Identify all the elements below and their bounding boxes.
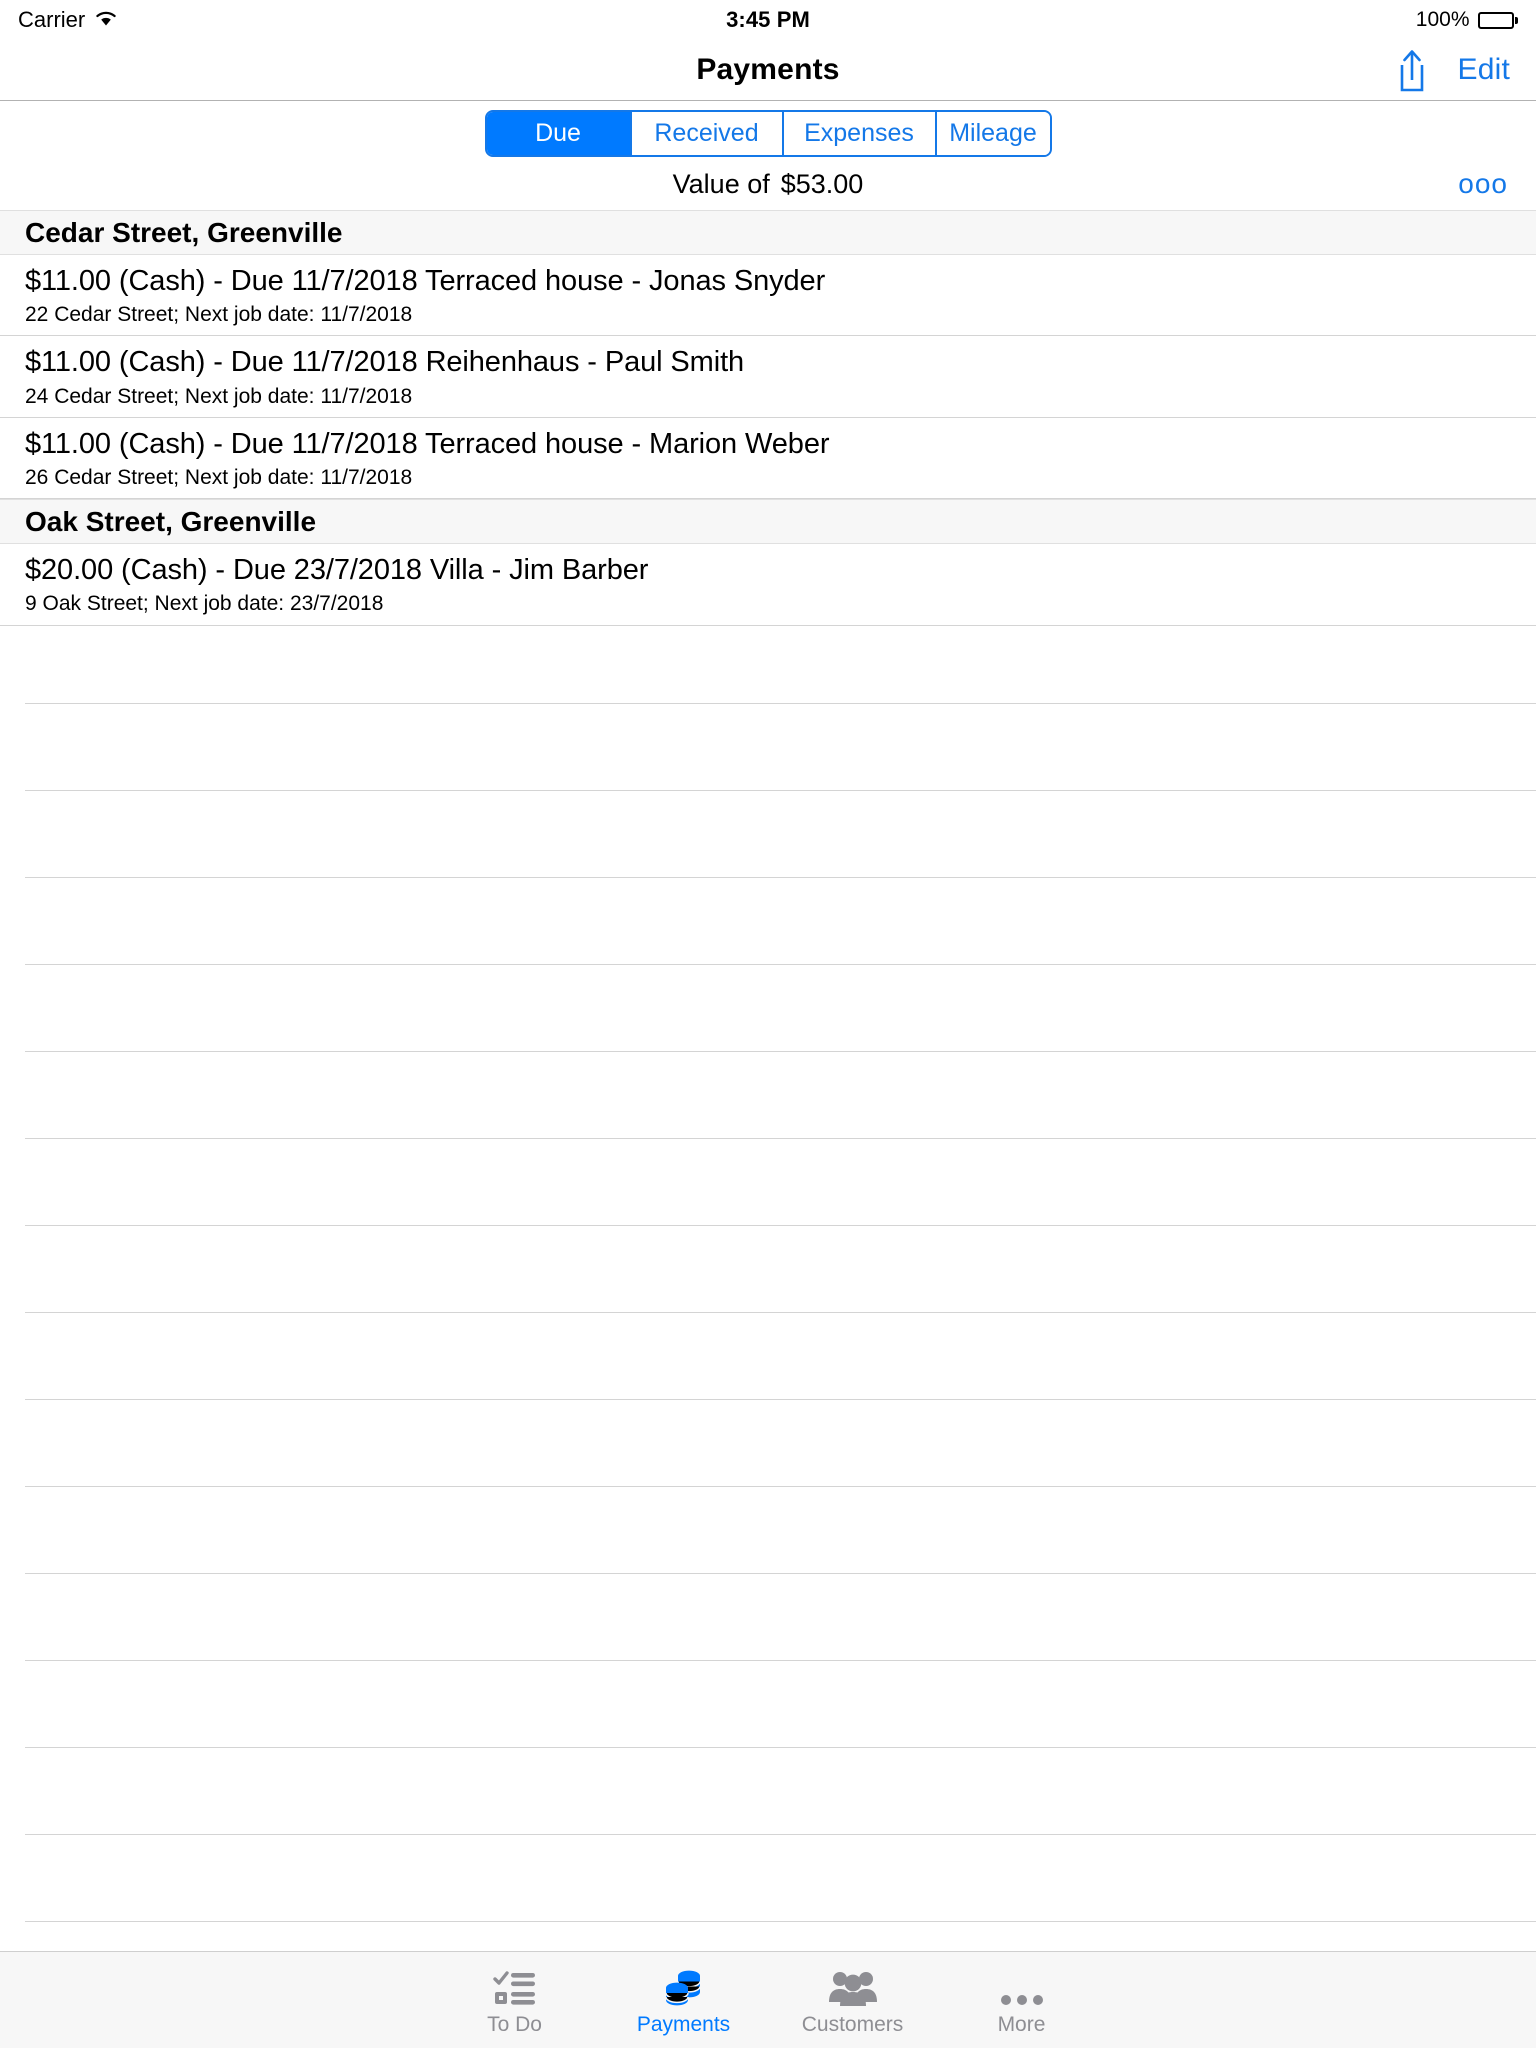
edit-button[interactable]: Edit [1458, 53, 1511, 87]
empty-table-row [25, 1226, 1536, 1313]
empty-table-row [25, 1661, 1536, 1748]
empty-table-row [25, 1139, 1536, 1226]
tab-more[interactable]: More [937, 1952, 1106, 2048]
row-title: $11.00 (Cash) - Due 11/7/2018 Terraced h… [25, 427, 830, 460]
checklist-icon [492, 1964, 537, 2008]
page-title: Payments [696, 53, 840, 86]
share-icon[interactable] [1392, 47, 1432, 93]
section-header: Oak Street, Greenville [0, 499, 1536, 545]
row-title: $11.00 (Cash) - Due 11/7/2018 Reihenhaus… [25, 346, 745, 379]
section-header: Cedar Street, Greenville [0, 210, 1536, 255]
status-bar-time: 3:45 PM [726, 7, 810, 32]
table-row[interactable]: $11.00 (Cash) - Due 11/7/2018 Reihenhaus… [0, 336, 1536, 418]
empty-table-row [25, 704, 1536, 791]
empty-table-row [25, 965, 1536, 1052]
value-amount: $53.00 [780, 168, 864, 199]
coins-icon [662, 1964, 706, 2008]
tab-label: More [997, 2012, 1046, 2036]
empty-table-row [25, 1052, 1536, 1139]
row-title: $20.00 (Cash) - Due 23/7/2018 Villa - Ji… [25, 554, 649, 587]
row-subtitle: 24 Cedar Street; Next job date: 11/7/201… [25, 384, 413, 408]
battery-full-icon [1477, 11, 1518, 29]
tab-payments[interactable]: Payments [599, 1952, 768, 2048]
table-row[interactable]: $20.00 (Cash) - Due 23/7/2018 Villa - Ji… [0, 544, 1536, 626]
tab-bar: To Do Payments Customers More [0, 1951, 1536, 2048]
segment-expenses[interactable]: Expenses [781, 112, 935, 155]
navigation-bar: Payments Edit [0, 40, 1536, 101]
empty-table-row [25, 1748, 1536, 1835]
more-options-button[interactable]: ooo [1458, 168, 1508, 200]
payments-list: Cedar Street, Greenville $11.00 (Cash) -… [0, 210, 1536, 1951]
battery-percent-label: 100% [1415, 8, 1470, 31]
empty-table-row [25, 878, 1536, 965]
people-icon [828, 1964, 877, 2008]
segmented-control[interactable]: Due Received Expenses Mileage [484, 110, 1052, 157]
empty-table-row [25, 1313, 1536, 1400]
tab-label: Customers [801, 2012, 904, 2036]
segment-mileage[interactable]: Mileage [934, 112, 1050, 155]
empty-rows-filler [0, 626, 1536, 1922]
tab-customers[interactable]: Customers [768, 1952, 937, 2048]
ellipsis-icon [998, 1964, 1046, 2008]
row-subtitle: 26 Cedar Street; Next job date: 11/7/201… [25, 466, 413, 490]
tab-label: To Do [487, 2012, 542, 2036]
value-summary: Value of $53.00 [673, 169, 864, 200]
tab-to-do[interactable]: To Do [430, 1952, 599, 2048]
segmented-control-container: Due Received Expenses Mileage [0, 101, 1536, 158]
empty-table-row [25, 1400, 1536, 1487]
row-subtitle: 22 Cedar Street; Next job date: 11/7/201… [25, 303, 413, 327]
row-title: $11.00 (Cash) - Due 11/7/2018 Terraced h… [25, 265, 826, 297]
tab-label: Payments [636, 2012, 731, 2036]
value-label: Value of [672, 168, 770, 199]
status-bar: Carrier 3:45 PM 100% [0, 0, 1536, 40]
empty-table-row [25, 791, 1536, 878]
row-subtitle: 9 Oak Street; Next job date: 23/7/2018 [25, 592, 384, 616]
segment-received[interactable]: Received [629, 112, 782, 155]
empty-table-row [25, 1835, 1536, 1922]
app-root: Carrier 3:45 PM 100% Payments Edit Due R… [0, 0, 1536, 2048]
empty-table-row [25, 1574, 1536, 1661]
summary-row: Value of $53.00 ooo [0, 158, 1536, 210]
empty-table-row [25, 1487, 1536, 1574]
table-row[interactable]: $11.00 (Cash) - Due 11/7/2018 Terraced h… [0, 417, 1536, 500]
table-row[interactable]: $11.00 (Cash) - Due 11/7/2018 Terraced h… [0, 255, 1536, 337]
empty-table-row [25, 626, 1536, 704]
segment-due[interactable]: Due [486, 112, 630, 155]
status-bar-right: 100% [1416, 8, 1518, 32]
navigation-bar-right: Edit [1392, 47, 1536, 93]
